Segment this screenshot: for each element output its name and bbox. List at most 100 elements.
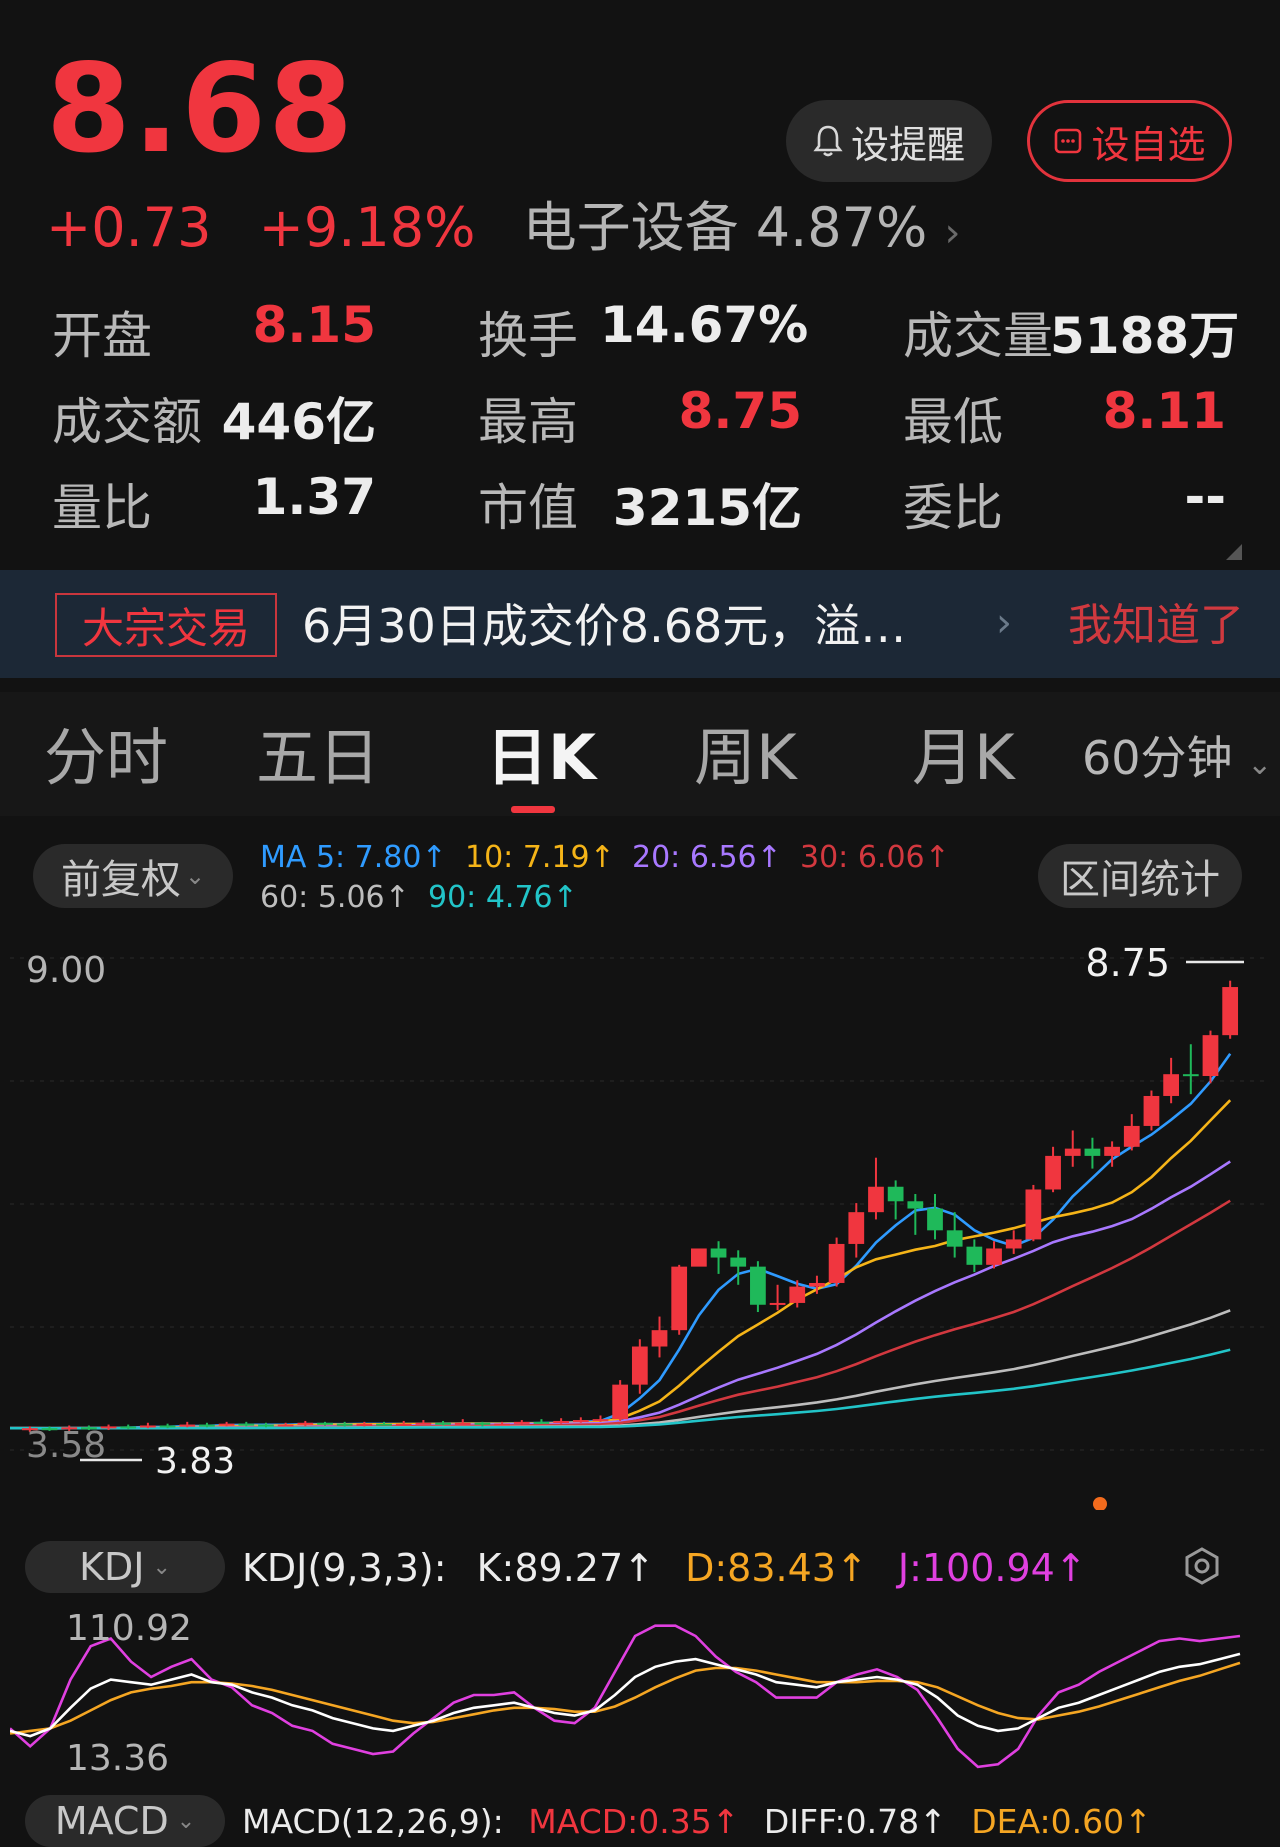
candle-body <box>1163 1074 1179 1096</box>
candle <box>1064 1130 1081 1167</box>
candles <box>21 980 1239 1432</box>
candle <box>750 1261 766 1313</box>
sector-label: 电子设备 4.87% <box>522 196 928 259</box>
stat-label: 换手 <box>478 307 578 365</box>
candle <box>986 1241 1002 1269</box>
candle-body <box>533 1421 550 1424</box>
tab-daily-k[interactable]: 日K <box>486 720 596 796</box>
add-watchlist-button[interactable]: 设自选 <box>1027 100 1232 182</box>
price-adjust-dropdown[interactable]: 前复权 ⌄ <box>33 844 233 908</box>
ma60-label: 60: 5.06↑ <box>260 880 410 915</box>
ma90-label: 90: 4.76↑ <box>428 880 578 915</box>
stat-label: 成交额 <box>52 393 202 451</box>
candle-body <box>710 1248 727 1258</box>
candle <box>631 1339 648 1394</box>
kdj-indicator-dropdown[interactable]: KDJ ⌄ <box>25 1541 225 1593</box>
tab-intraday[interactable]: 分时 <box>44 720 168 796</box>
tab-five-day[interactable]: 五日 <box>256 720 380 796</box>
kdj-chip-label: KDJ <box>79 1545 145 1589</box>
candle-body <box>907 1201 924 1209</box>
candle <box>769 1284 786 1311</box>
stat-label: 成交量 <box>903 307 1053 365</box>
macd-title: MACD(12,26,9): <box>242 1802 504 1841</box>
candle <box>1163 1057 1179 1104</box>
range-stats-button[interactable]: 区间统计 <box>1038 844 1242 908</box>
interval-dropdown[interactable]: 60分钟 ⌄ <box>1082 728 1272 795</box>
ma5-label: MA 5: 7.80↑ <box>260 840 447 875</box>
candle-body <box>612 1384 629 1420</box>
ma20-label: 20: 6.56↑ <box>632 840 782 875</box>
ma10-label: 10: 7.19↑ <box>465 840 615 875</box>
block-trade-tag: 大宗交易 <box>55 593 277 657</box>
candle <box>572 1417 589 1423</box>
candle-body <box>356 1423 373 1426</box>
candle-body <box>769 1302 786 1305</box>
kline-chart[interactable]: 9.00 3.58 8.75 3.83 <box>10 930 1270 1510</box>
candle-body <box>1045 1155 1061 1190</box>
expand-corner-icon[interactable] <box>1226 544 1242 564</box>
chevron-right-icon[interactable]: › <box>996 600 1012 646</box>
candle <box>1202 1030 1219 1084</box>
stat-value: 1.37 <box>252 468 376 526</box>
candle-body <box>789 1286 806 1303</box>
chevron-down-icon: ⌄ <box>152 1554 171 1580</box>
candle-body <box>258 1424 274 1427</box>
ma30-label: 30: 6.06↑ <box>800 840 950 875</box>
price-adjust-label: 前复权 <box>60 857 181 903</box>
candle <box>927 1194 943 1240</box>
candle-body <box>297 1422 314 1425</box>
candle-body <box>218 1423 235 1426</box>
candle-body <box>927 1208 943 1231</box>
stat-value: 5188万 <box>1050 307 1240 365</box>
candle-body <box>494 1423 510 1426</box>
candle-body <box>730 1257 747 1267</box>
event-marker-dot[interactable] <box>1093 1497 1107 1510</box>
stat-value: 8.11 <box>1102 382 1226 440</box>
y-axis-top-label: 9.00 <box>26 950 106 991</box>
candle <box>1143 1090 1160 1131</box>
macd-diff-value: DIFF:0.78↑ <box>763 1802 947 1841</box>
candle-body <box>691 1248 707 1267</box>
candle-body <box>277 1424 294 1427</box>
candle <box>710 1241 727 1274</box>
sector-link[interactable]: 电子设备 4.87% › <box>523 196 961 259</box>
candle-body <box>140 1425 156 1428</box>
stat-value: 14.67% <box>600 296 809 354</box>
kdj-legend: KDJ(9,3,3): K:89.27↑ D:83.43↑ J:100.94↑ <box>242 1542 1105 1594</box>
candle <box>1084 1137 1101 1169</box>
candle <box>533 1419 550 1424</box>
candle <box>415 1420 432 1425</box>
candle <box>828 1237 845 1287</box>
kdj-k-value: K:89.27↑ <box>476 1546 655 1590</box>
candle <box>1182 1044 1199 1095</box>
stat-label: 最低 <box>903 393 1003 451</box>
candle <box>966 1239 983 1273</box>
notice-text[interactable]: 6月30日成交价8.68元，溢… <box>302 594 942 658</box>
candle <box>1025 1184 1042 1242</box>
candle-body <box>336 1423 353 1426</box>
candle-body <box>631 1346 648 1385</box>
macd-indicator-dropdown[interactable]: MACD ⌄ <box>25 1795 225 1847</box>
candle <box>1123 1114 1140 1151</box>
settings-icon[interactable] <box>1182 1546 1222 1590</box>
stat-value: 8.75 <box>678 382 802 440</box>
candle-body <box>454 1422 471 1425</box>
add-watchlist-label: 设自选 <box>1091 122 1206 167</box>
macd-chip-label: MACD <box>54 1799 169 1843</box>
candle <box>612 1380 629 1421</box>
tab-monthly-k[interactable]: 月K <box>912 720 1015 796</box>
candle-body <box>238 1423 255 1426</box>
candle-body <box>572 1420 589 1423</box>
candle-body <box>986 1248 1002 1265</box>
stat-value: -- <box>1184 468 1226 526</box>
kdj-lines <box>10 1624 1241 1769</box>
tab-weekly-k[interactable]: 周K <box>694 720 797 796</box>
stat-value: 3215亿 <box>612 479 802 537</box>
candle-body <box>946 1230 963 1247</box>
set-alert-button[interactable]: 设提醒 <box>786 100 992 182</box>
candle-body <box>159 1425 176 1428</box>
notice-dismiss-button[interactable]: 我知道了 <box>1068 594 1244 658</box>
stat-label: 最高 <box>478 393 578 451</box>
kdj-chart[interactable]: 110.92 13.36 <box>10 1610 1270 1780</box>
bell-icon <box>813 124 843 158</box>
